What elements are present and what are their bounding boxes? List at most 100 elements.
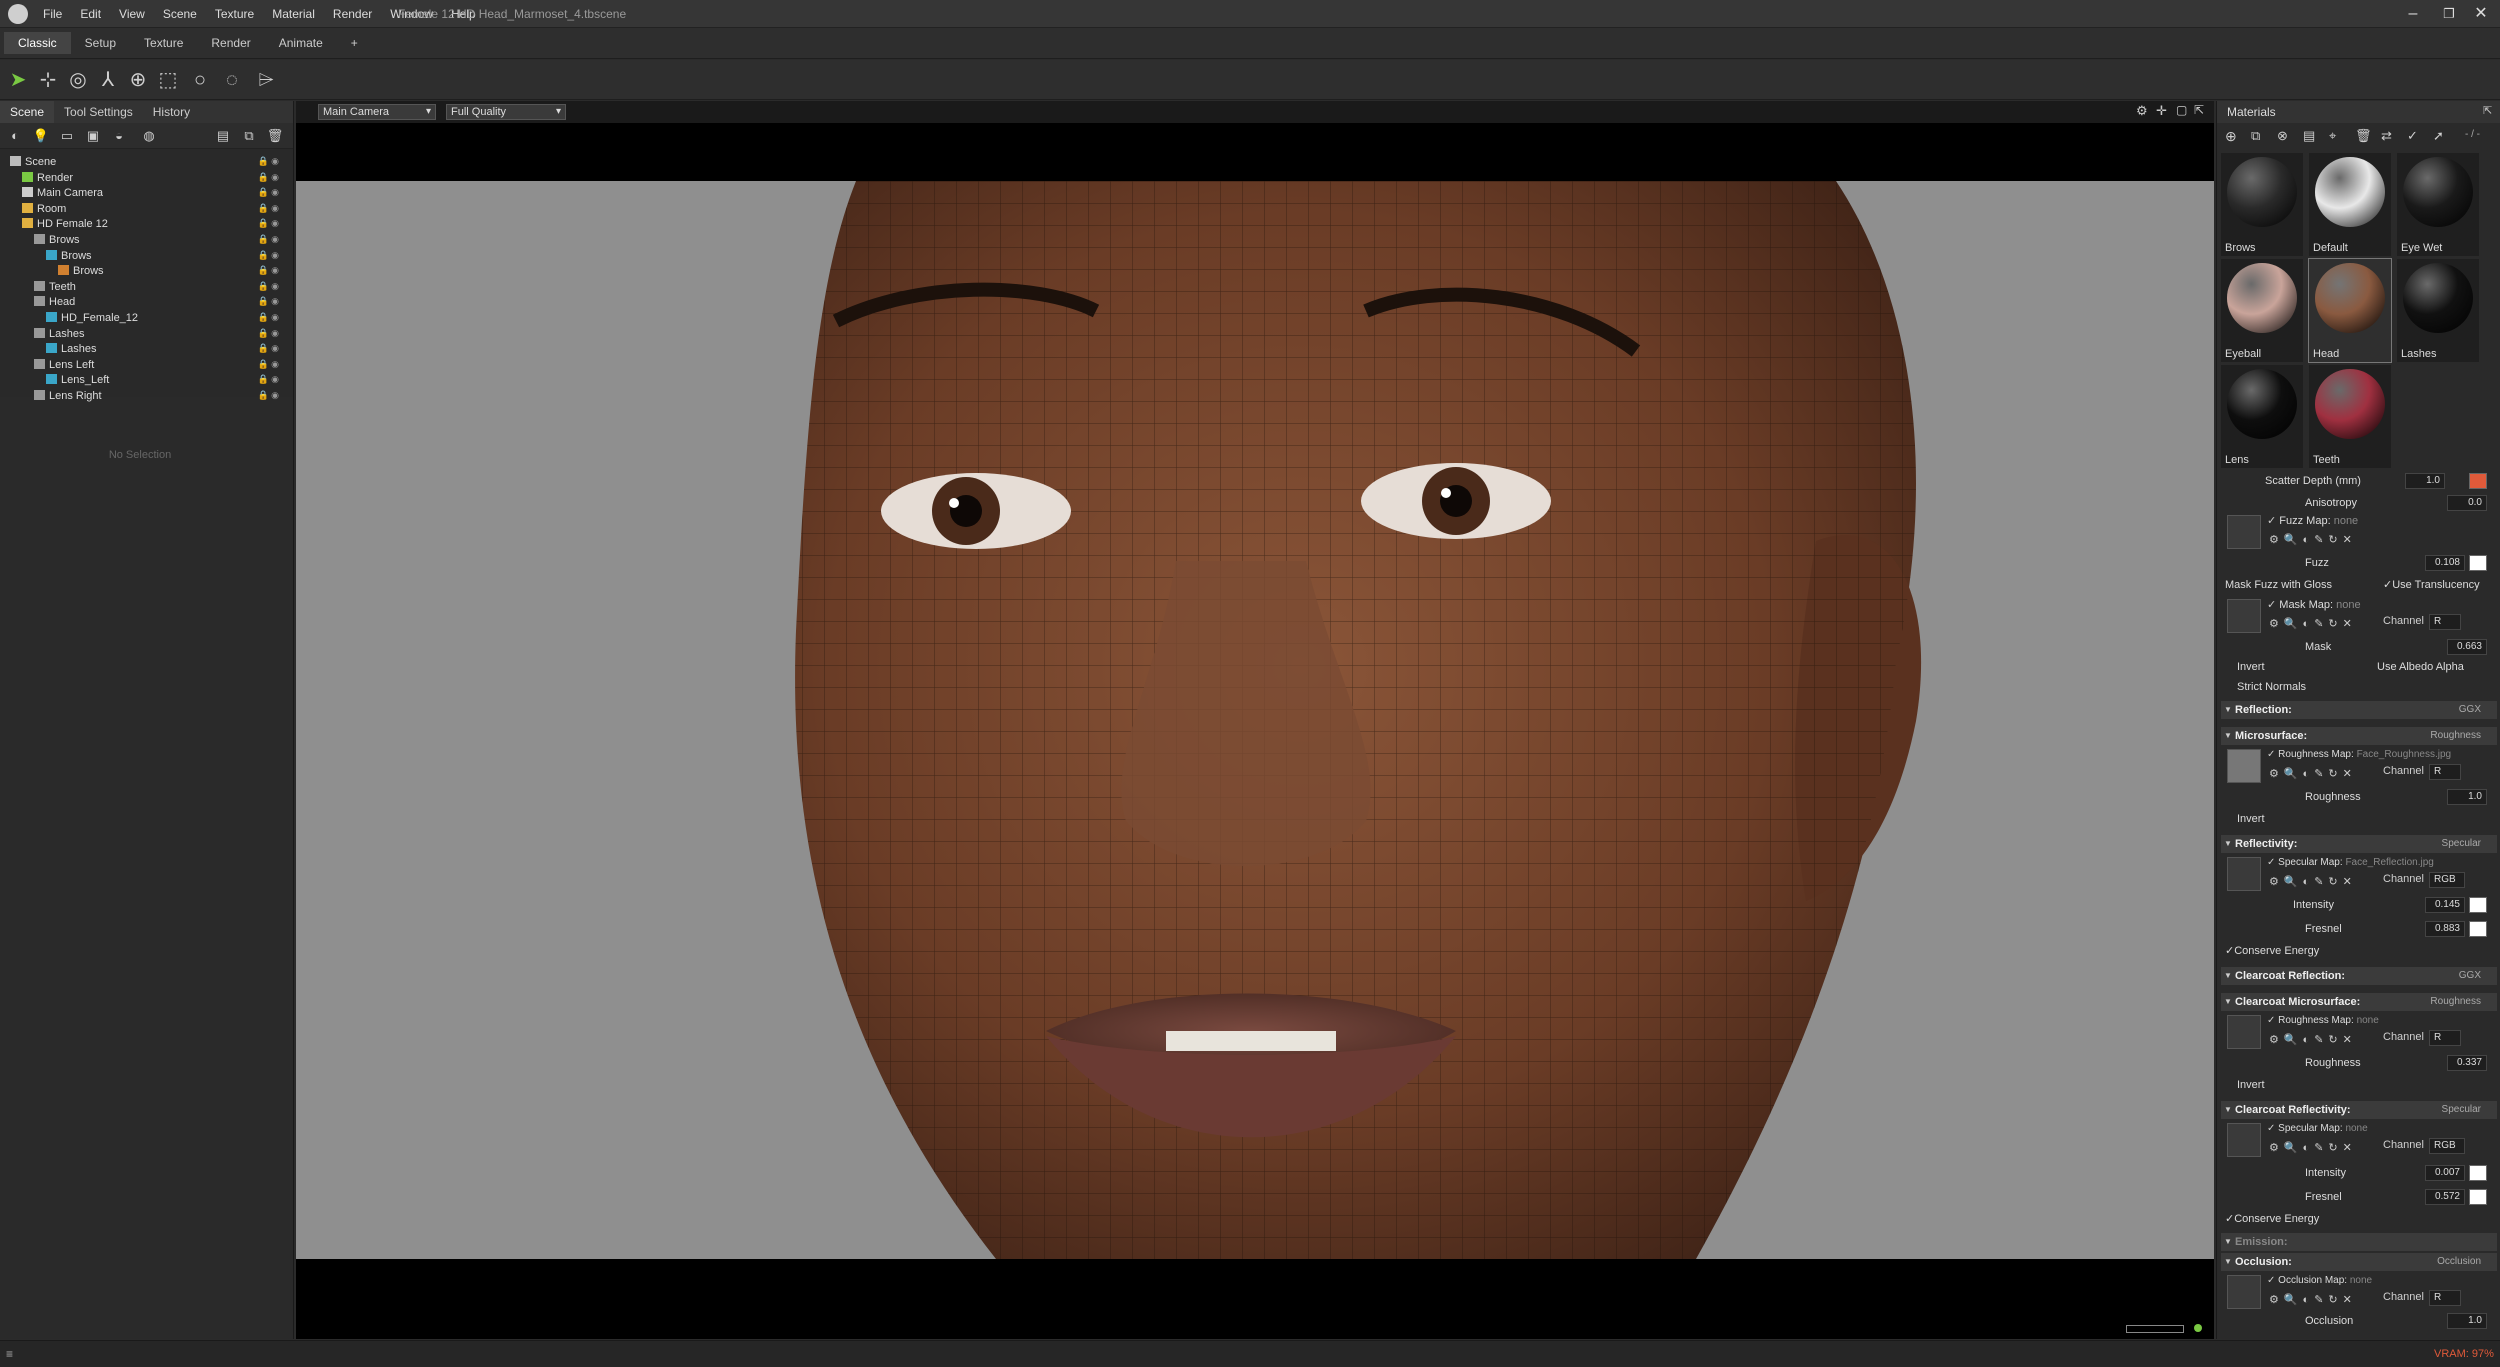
invert-checkbox[interactable]: Invert bbox=[2237, 657, 2265, 677]
mask-field[interactable]: 0.663 bbox=[2447, 639, 2487, 655]
tab-tool-settings[interactable]: Tool Settings bbox=[54, 101, 143, 123]
microsurface-invert-checkbox[interactable]: Invert bbox=[2237, 809, 2265, 829]
mask-map-tools-icon[interactable]: ⚙🔍◐✎↻✕ bbox=[2269, 617, 2357, 630]
lock-visibility-icon[interactable]: 🔒 ◉ bbox=[257, 390, 279, 401]
roughness-field[interactable]: 1.0 bbox=[2447, 789, 2487, 805]
fuzz-field[interactable]: 0.108 bbox=[2425, 555, 2465, 571]
lock-visibility-icon[interactable]: 🔒 ◉ bbox=[257, 203, 279, 214]
fuzz-color-swatch[interactable] bbox=[2469, 555, 2487, 571]
tab-classic[interactable]: Classic bbox=[4, 32, 71, 54]
menu-material[interactable]: Material bbox=[263, 7, 324, 21]
occlusion-mode[interactable]: Occlusion bbox=[2437, 1253, 2481, 1271]
material-tile[interactable]: Head bbox=[2308, 258, 2392, 363]
close-icon[interactable]: ✕ bbox=[2466, 4, 2496, 24]
roughness-map-tools-icon[interactable]: ⚙🔍◐✎↻✕ bbox=[2269, 767, 2357, 780]
camera-select[interactable]: Main Camera bbox=[318, 104, 436, 120]
mask-map-checkbox[interactable]: ✓ bbox=[2267, 599, 2276, 611]
occlusion-field[interactable]: 1.0 bbox=[2447, 1313, 2487, 1329]
microsurface-section[interactable]: Microsurface:Roughness bbox=[2221, 727, 2497, 745]
fuzz-map-thumb[interactable] bbox=[2227, 515, 2261, 549]
render-view[interactable] bbox=[296, 181, 2214, 1259]
material-tile[interactable]: Eyeball bbox=[2221, 259, 2303, 362]
occlusion-map-thumb[interactable] bbox=[2227, 1275, 2261, 1309]
menu-file[interactable]: File bbox=[34, 7, 71, 21]
cc-specular-map-checkbox[interactable]: ✓ bbox=[2267, 1123, 2275, 1134]
add-camera-icon[interactable]: ▭ bbox=[58, 127, 76, 145]
viewport-popout-icon[interactable]: ⇱ bbox=[2194, 103, 2204, 117]
reflection-section[interactable]: Reflection:GGX bbox=[2221, 701, 2497, 719]
clearcoat-reflectivity-section[interactable]: Clearcoat Reflectivity:Specular bbox=[2221, 1101, 2497, 1119]
material-tile[interactable]: Lens bbox=[2221, 365, 2303, 468]
lock-visibility-icon[interactable]: 🔒 ◉ bbox=[257, 218, 279, 229]
tab-scene[interactable]: Scene bbox=[0, 101, 55, 123]
mask-fuzz-label[interactable]: Mask Fuzz with Gloss bbox=[2225, 579, 2332, 591]
menu-texture[interactable]: Texture bbox=[206, 7, 263, 21]
viewport-settings-icon[interactable]: ⚙ bbox=[2136, 103, 2148, 119]
lock-visibility-icon[interactable]: 🔒 ◉ bbox=[257, 187, 279, 198]
lock-visibility-icon[interactable]: 🔒 ◉ bbox=[257, 343, 279, 354]
tree-item[interactable]: Brows bbox=[34, 233, 80, 248]
specular-channel-select[interactable]: RGB bbox=[2429, 872, 2465, 888]
select-arrow-icon[interactable]: ➤ bbox=[6, 68, 30, 92]
specular-map-checkbox[interactable]: ✓ bbox=[2267, 857, 2275, 868]
cc-roughness-map-tools-icon[interactable]: ⚙🔍◐✎↻✕ bbox=[2269, 1033, 2357, 1046]
export-material-icon[interactable]: ➚ bbox=[2433, 128, 2444, 144]
add-material-icon[interactable]: ◍ bbox=[140, 127, 158, 145]
lock-visibility-icon[interactable]: 🔒 ◉ bbox=[257, 281, 279, 292]
menu-edit[interactable]: Edit bbox=[71, 7, 110, 21]
use-translucency-checkbox[interactable]: ✓Use Translucency bbox=[2383, 575, 2480, 595]
rect-select-icon[interactable]: ⬚ bbox=[156, 68, 180, 92]
intensity-color-swatch[interactable] bbox=[2469, 897, 2487, 913]
lock-visibility-icon[interactable]: 🔒 ◉ bbox=[257, 359, 279, 370]
menu-render[interactable]: Render bbox=[324, 7, 381, 21]
cc-specular-map-thumb[interactable] bbox=[2227, 1123, 2261, 1157]
lock-visibility-icon[interactable]: 🔒 ◉ bbox=[257, 234, 279, 245]
clearcoat-reflectivity-mode[interactable]: Specular bbox=[2442, 1101, 2481, 1119]
lock-visibility-icon[interactable]: 🔒 ◉ bbox=[257, 296, 279, 307]
tree-item[interactable]: Head bbox=[34, 295, 75, 310]
reflection-mode[interactable]: GGX bbox=[2459, 701, 2481, 719]
mask-channel-select[interactable]: R bbox=[2429, 614, 2461, 630]
add-mesh-icon[interactable]: ▣ bbox=[84, 127, 102, 145]
menu-view[interactable]: View bbox=[110, 7, 154, 21]
cc-roughness-channel-select[interactable]: R bbox=[2429, 1030, 2461, 1046]
lock-visibility-icon[interactable]: 🔒 ◉ bbox=[257, 312, 279, 323]
rotate-gizmo-icon[interactable]: ◎ bbox=[66, 68, 90, 92]
tree-item[interactable]: HD Female 12 bbox=[22, 217, 108, 232]
clearcoat-microsurface-mode[interactable]: Roughness bbox=[2430, 993, 2481, 1011]
tree-item[interactable]: Main Camera bbox=[22, 186, 103, 201]
tree-item[interactable]: HD_Female_12 bbox=[46, 311, 138, 326]
world-transform-icon[interactable]: ⊕ bbox=[126, 68, 150, 92]
delete-material-icon[interactable]: 🗑 bbox=[2355, 128, 2372, 144]
tab-animate[interactable]: Animate bbox=[265, 32, 337, 54]
scatter-depth-field[interactable]: 1.0 bbox=[2405, 473, 2445, 489]
lock-visibility-icon[interactable]: 🔒 ◉ bbox=[257, 250, 279, 261]
reflectivity-section[interactable]: Reflectivity:Specular bbox=[2221, 835, 2497, 853]
fuzz-map-checkbox[interactable]: ✓ bbox=[2267, 515, 2276, 527]
assign-material-icon[interactable]: ⇄ bbox=[2381, 128, 2392, 144]
tree-item[interactable]: Room bbox=[22, 202, 66, 217]
reflectivity-mode[interactable]: Specular bbox=[2442, 835, 2481, 853]
maximize-icon[interactable]: ❐ bbox=[2434, 4, 2464, 24]
clearcoat-reflection-section[interactable]: Clearcoat Reflection:GGX bbox=[2221, 967, 2497, 985]
log-icon[interactable]: ≡ bbox=[6, 1347, 13, 1361]
tab-setup[interactable]: Setup bbox=[71, 32, 130, 54]
tree-item[interactable]: Lens Right bbox=[34, 389, 102, 404]
tree-item[interactable]: Lens Left bbox=[34, 358, 94, 373]
cc-intensity-color-swatch[interactable] bbox=[2469, 1165, 2487, 1181]
intensity-field[interactable]: 0.145 bbox=[2425, 897, 2465, 913]
lock-visibility-icon[interactable]: 🔒 ◉ bbox=[257, 374, 279, 385]
cc-specular-channel-select[interactable]: RGB bbox=[2429, 1138, 2465, 1154]
cc-intensity-field[interactable]: 0.007 bbox=[2425, 1165, 2465, 1181]
minimize-icon[interactable]: – bbox=[2398, 4, 2428, 24]
move-gizmo-icon[interactable]: ⊹ bbox=[36, 68, 60, 92]
fresnel-color-swatch[interactable] bbox=[2469, 921, 2487, 937]
material-tile[interactable]: Teeth bbox=[2309, 365, 2391, 468]
occlusion-map-tools-icon[interactable]: ⚙🔍◐✎↻✕ bbox=[2269, 1293, 2357, 1306]
material-tile[interactable]: Eye Wet bbox=[2397, 153, 2479, 256]
cc-roughness-map-checkbox[interactable]: ✓ bbox=[2267, 1015, 2275, 1026]
scale-gizmo-icon[interactable]: ⅄ bbox=[96, 68, 120, 92]
use-albedo-alpha-checkbox[interactable]: Use Albedo Alpha bbox=[2377, 657, 2464, 677]
add-shadow-icon[interactable]: ◒ bbox=[110, 127, 128, 145]
cc-conserve-energy-checkbox[interactable]: ✓Conserve Energy bbox=[2225, 1213, 2319, 1225]
